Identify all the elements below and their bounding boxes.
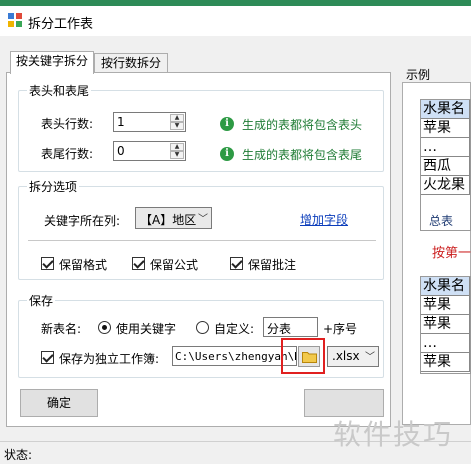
stepper-down-icon[interactable]: ▼ (170, 122, 184, 130)
example-cell: 西瓜 (421, 157, 470, 176)
custom-name-input[interactable]: 分表 (263, 317, 318, 337)
split-options-legend: 拆分选项 (29, 180, 78, 194)
example-sheet-bottom: 水果名 苹果 苹果 … 苹果 (420, 276, 471, 374)
chevron-down-icon: ﹀ (365, 352, 375, 363)
example-sheet-top: 水果名 苹果 … 西瓜 火龙果 总表 (420, 99, 471, 231)
keep-comments-label: 保留批注 (248, 258, 297, 272)
stepper-up-icon[interactable]: ▲ (170, 114, 184, 122)
title-bar: 拆分工作表 (0, 6, 471, 36)
stepper-up-icon[interactable]: ▲ (170, 143, 184, 151)
example-legend: 示例 (406, 68, 431, 82)
serial-suffix-label: +序号 (323, 322, 358, 336)
save-path-input[interactable]: C:\Users\zhengyan\De (172, 346, 297, 366)
keep-format-label: 保留格式 (59, 258, 108, 272)
keep-formula-checkbox[interactable] (132, 257, 145, 270)
watermark: 软件技巧 (333, 418, 454, 451)
use-keyword-label: 使用关键字 (116, 322, 177, 336)
extension-value: .xlsx (332, 349, 360, 363)
example-cell: 火龙果 (421, 176, 470, 195)
example-cell: 苹果 (421, 296, 470, 315)
footer-rows-label: 表尾行数: (41, 147, 94, 161)
footer-hint: 生成的表都将包含表尾 (242, 148, 363, 162)
example-cell: 苹果 (421, 119, 470, 138)
custom-name-value: 分表 (267, 322, 292, 336)
save-as-workbook-label: 保存为独立工作簿: (59, 352, 160, 366)
save-as-workbook-checkbox[interactable] (41, 351, 54, 364)
new-sheet-name-label: 新表名: (41, 322, 82, 336)
app-icon (8, 13, 22, 27)
chevron-down-icon: ﹀ (198, 214, 208, 225)
footer-rows-value: 0 (117, 144, 125, 158)
tab-row-count-split[interactable]: 按行数拆分 (94, 53, 168, 74)
add-field-link[interactable]: 增加字段 (300, 211, 348, 228)
window-title: 拆分工作表 (28, 17, 94, 32)
example-cell: 水果名 (421, 277, 470, 296)
status-label: 状态: (4, 448, 33, 462)
info-icon: i (220, 147, 234, 161)
example-cell: … (421, 138, 470, 157)
header-footer-legend: 表头和表尾 (29, 84, 90, 98)
info-icon: i (220, 117, 234, 131)
header-hint: 生成的表都将包含表头 (242, 118, 363, 132)
tab-keyword-split[interactable]: 按关键字拆分 (10, 51, 94, 74)
keep-comments-checkbox[interactable] (230, 257, 243, 270)
folder-icon (302, 352, 317, 363)
keep-format-checkbox[interactable] (41, 257, 54, 270)
extension-select[interactable]: .xlsx ﹀ (327, 346, 379, 367)
example-cell: 苹果 (421, 353, 470, 372)
confirm-button[interactable]: 确定 (20, 389, 98, 417)
key-column-select[interactable]: 【A】地区 ﹀ (135, 207, 212, 229)
key-column-label: 关键字所在列: (44, 214, 121, 228)
save-legend: 保存 (29, 294, 54, 308)
keep-formula-label: 保留公式 (150, 258, 199, 272)
custom-name-radio[interactable] (196, 321, 209, 334)
example-cell: … (421, 334, 470, 353)
stepper-down-icon[interactable]: ▼ (170, 151, 184, 159)
example-note: 按第一 (432, 246, 471, 261)
footer-rows-stepper[interactable]: 0 ▲ ▼ (113, 141, 186, 161)
example-sheet-tab: 总表 (429, 214, 454, 228)
header-rows-value: 1 (117, 115, 125, 129)
browse-folder-button[interactable] (298, 346, 320, 367)
save-path-value: C:\Users\zhengyan\De (175, 350, 297, 363)
use-keyword-radio[interactable] (98, 321, 111, 334)
example-cell: 苹果 (421, 315, 470, 334)
custom-name-label: 自定义: (214, 322, 255, 336)
header-rows-stepper[interactable]: 1 ▲ ▼ (113, 112, 186, 132)
key-column-value: 【A】地区 (140, 213, 197, 227)
header-rows-label: 表头行数: (41, 117, 94, 131)
example-cell: 水果名 (421, 100, 470, 119)
divider (28, 240, 376, 241)
